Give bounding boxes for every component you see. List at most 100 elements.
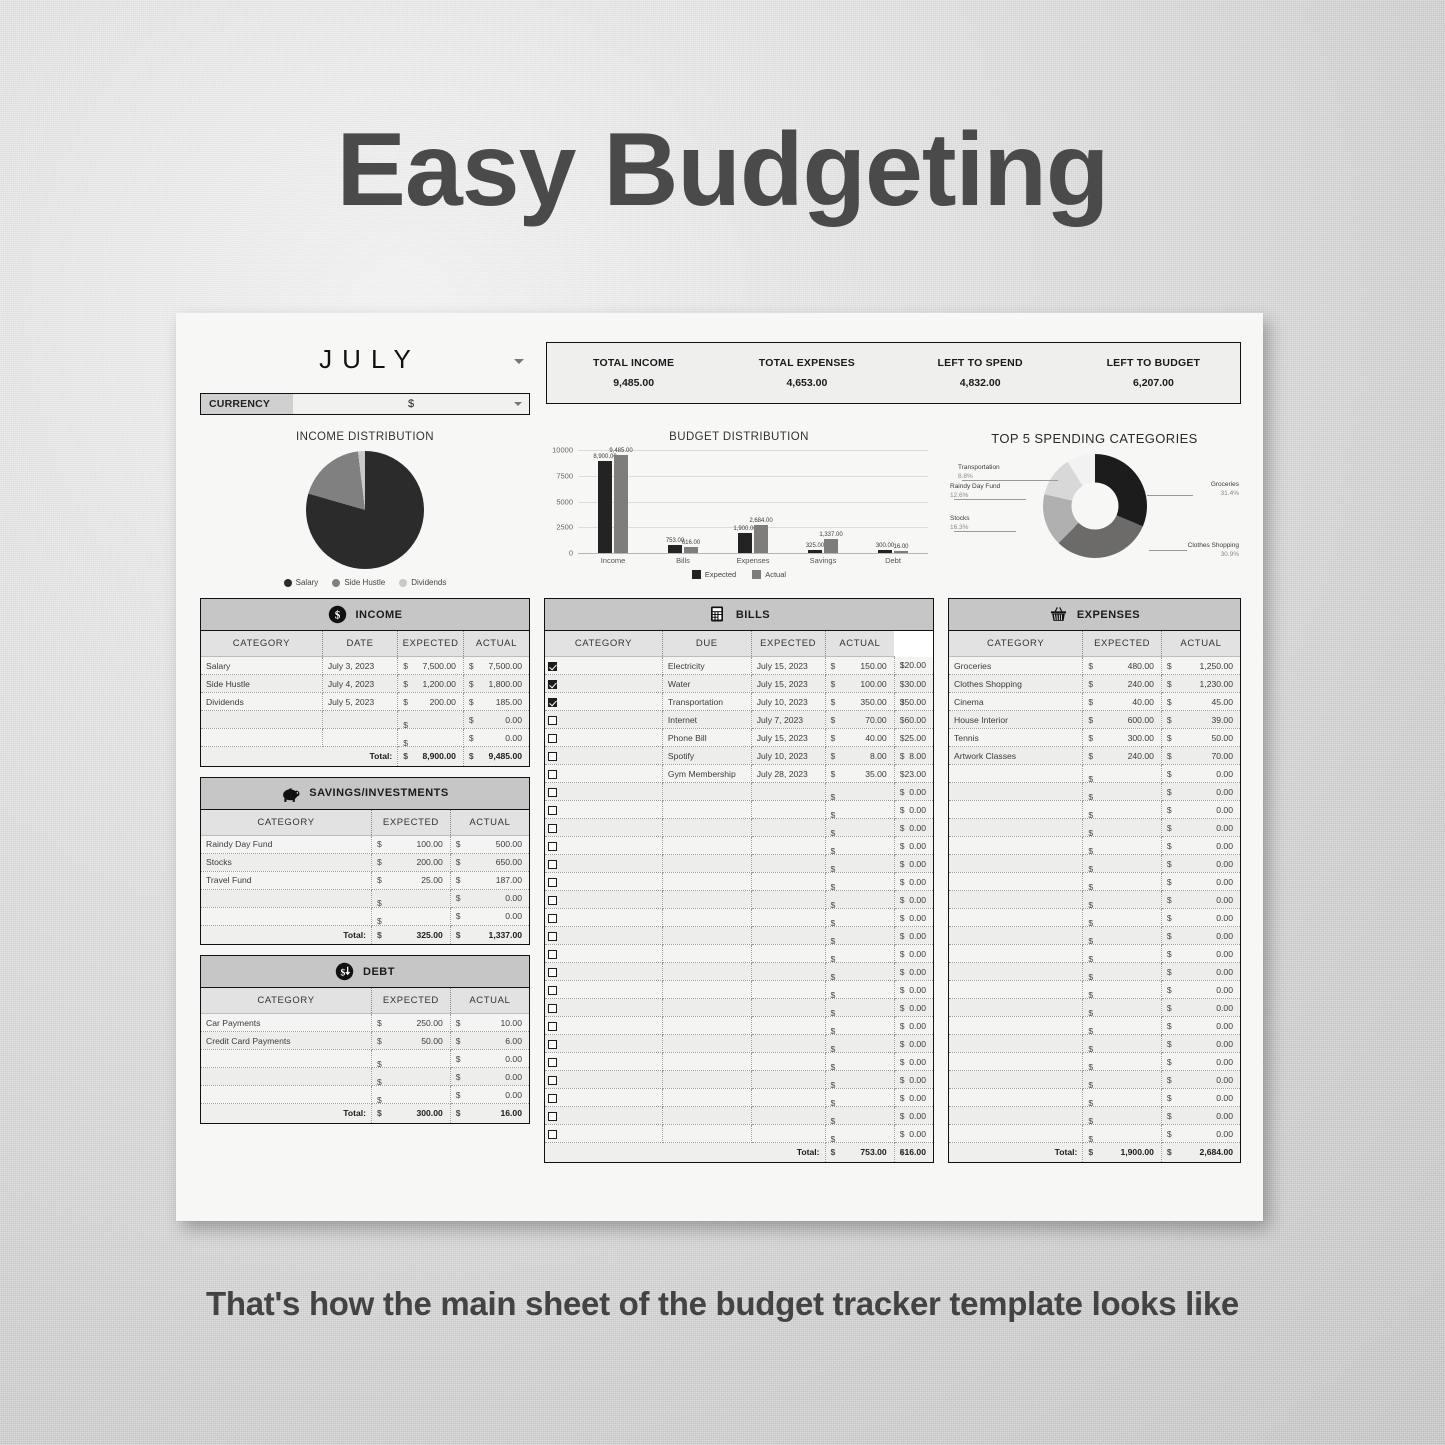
table-row[interactable]: Internet July 7, 2023 $70.00 $60.00 xyxy=(545,710,933,729)
cell-expected[interactable]: $ xyxy=(397,710,464,729)
cell-actual[interactable]: $0.00 xyxy=(894,890,933,909)
cell-due[interactable] xyxy=(751,944,826,963)
cell-actual[interactable]: $0.00 xyxy=(894,1124,933,1143)
cell-expected[interactable]: $ xyxy=(1082,944,1162,963)
paid-checkbox[interactable] xyxy=(548,859,557,869)
cell-due[interactable] xyxy=(751,998,826,1017)
row-checkbox-cell[interactable] xyxy=(545,926,663,945)
table-row[interactable]: $ $0.00 xyxy=(545,926,933,945)
cell-due[interactable]: July 10, 2023 xyxy=(751,746,826,765)
cell-actual[interactable]: $0.00 xyxy=(450,907,529,926)
cell-category[interactable]: Phone Bill xyxy=(662,728,752,747)
paid-checkbox[interactable] xyxy=(548,841,557,851)
table-row[interactable]: $ $0.00 xyxy=(201,889,529,908)
cell-category[interactable] xyxy=(662,1070,752,1089)
cell-category[interactable] xyxy=(662,998,752,1017)
table-row[interactable]: Dividends July 5, 2023 $200.00 $185.00 xyxy=(201,692,529,711)
cell-actual[interactable]: $45.00 xyxy=(1161,692,1240,711)
cell-expected[interactable]: $300.00 xyxy=(1082,728,1162,747)
table-row[interactable]: $ $0.00 xyxy=(949,962,1240,981)
cell-category[interactable] xyxy=(949,1088,1084,1107)
table-row[interactable]: $ $0.00 xyxy=(949,1016,1240,1035)
cell-expected[interactable]: $ xyxy=(825,1106,895,1125)
cell-actual[interactable]: $0.00 xyxy=(1161,1088,1240,1107)
table-row[interactable]: $ $0.00 xyxy=(949,1034,1240,1053)
cell-expected[interactable]: $ xyxy=(825,872,895,891)
table-row[interactable]: $ $0.00 xyxy=(949,854,1240,873)
row-checkbox-cell[interactable] xyxy=(545,1088,663,1107)
cell-actual[interactable]: $0.00 xyxy=(894,800,933,819)
cell-actual[interactable]: $0.00 xyxy=(894,1016,933,1035)
table-row[interactable]: $ $0.00 xyxy=(949,818,1240,837)
row-checkbox-cell[interactable] xyxy=(545,800,663,819)
cell-category[interactable] xyxy=(662,836,752,855)
row-checkbox-cell[interactable] xyxy=(545,836,663,855)
row-checkbox-cell[interactable] xyxy=(545,1034,663,1053)
cell-actual[interactable]: $0.00 xyxy=(1161,926,1240,945)
cell-due[interactable] xyxy=(751,890,826,909)
cell-category[interactable]: Car Payments xyxy=(201,1013,373,1032)
cell-expected[interactable]: $250.00 xyxy=(371,1013,451,1032)
row-checkbox-cell[interactable] xyxy=(545,692,663,711)
table-row[interactable]: Phone Bill July 15, 2023 $40.00 $25.00 xyxy=(545,728,933,747)
table-row[interactable]: $ $0.00 xyxy=(545,890,933,909)
row-checkbox-cell[interactable] xyxy=(545,710,663,729)
cell-category[interactable]: Groceries xyxy=(949,656,1084,675)
paid-checkbox[interactable] xyxy=(548,949,557,959)
cell-category[interactable] xyxy=(662,1106,752,1125)
table-row[interactable]: $ $0.00 xyxy=(949,908,1240,927)
table-row[interactable]: $ $0.00 xyxy=(545,854,933,873)
cell-actual[interactable]: $0.00 xyxy=(1161,908,1240,927)
cell-category[interactable]: Raindy Day Fund xyxy=(201,835,373,854)
cell-category[interactable] xyxy=(662,908,752,927)
cell-category[interactable] xyxy=(949,1052,1084,1071)
cell-actual[interactable]: $7,500.00 xyxy=(463,656,529,675)
month-selector[interactable]: JULY xyxy=(200,331,530,387)
table-row[interactable]: $ $0.00 xyxy=(949,782,1240,801)
cell-actual[interactable]: $0.00 xyxy=(450,1085,529,1104)
table-row[interactable]: $ $0.00 xyxy=(949,836,1240,855)
cell-actual[interactable]: $0.00 xyxy=(894,836,933,855)
cell-category[interactable]: Tennis xyxy=(949,728,1084,747)
cell-actual[interactable]: $70.00 xyxy=(1161,746,1240,765)
cell-actual[interactable]: $60.00 xyxy=(894,710,933,729)
cell-expected[interactable]: $1,200.00 xyxy=(397,674,464,693)
cell-expected[interactable]: $ xyxy=(825,1052,895,1071)
cell-due[interactable] xyxy=(751,1016,826,1035)
table-row[interactable]: $ $0.00 xyxy=(201,907,529,926)
cell-actual[interactable]: $0.00 xyxy=(1161,1052,1240,1071)
cell-category[interactable] xyxy=(949,836,1084,855)
cell-expected[interactable]: $ xyxy=(371,1085,451,1104)
cell-expected[interactable]: $ xyxy=(1082,1070,1162,1089)
cell-actual[interactable]: $500.00 xyxy=(450,835,529,854)
cell-actual[interactable]: $0.00 xyxy=(1161,1016,1240,1035)
cell-category[interactable] xyxy=(662,818,752,837)
cell-due[interactable] xyxy=(751,782,826,801)
cell-date[interactable]: July 4, 2023 xyxy=(322,674,399,693)
cell-expected[interactable]: $8.00 xyxy=(825,746,895,765)
cell-category[interactable] xyxy=(949,890,1084,909)
cell-category[interactable] xyxy=(949,962,1084,981)
cell-due[interactable] xyxy=(751,1106,826,1125)
cell-category[interactable] xyxy=(949,800,1084,819)
cell-actual[interactable]: $0.00 xyxy=(894,1052,933,1071)
cell-category[interactable] xyxy=(662,854,752,873)
cell-actual[interactable]: $0.00 xyxy=(1161,800,1240,819)
cell-expected[interactable]: $ xyxy=(371,1049,451,1068)
table-row[interactable]: $ $0.00 xyxy=(949,890,1240,909)
row-checkbox-cell[interactable] xyxy=(545,872,663,891)
table-row[interactable]: $ $0.00 xyxy=(545,836,933,855)
cell-due[interactable] xyxy=(751,1088,826,1107)
currency-value[interactable]: $ xyxy=(293,394,529,414)
cell-expected[interactable]: $ xyxy=(825,998,895,1017)
table-row[interactable]: Side Hustle July 4, 2023 $1,200.00 $1,800.0… xyxy=(201,674,529,693)
cell-expected[interactable]: $25.00 xyxy=(371,871,451,890)
cell-actual[interactable]: $0.00 xyxy=(1161,1034,1240,1053)
row-checkbox-cell[interactable] xyxy=(545,890,663,909)
paid-checkbox[interactable] xyxy=(548,931,557,941)
cell-category[interactable]: Stocks xyxy=(201,853,373,872)
cell-expected[interactable]: $ xyxy=(1082,872,1162,891)
paid-checkbox[interactable] xyxy=(548,823,557,833)
cell-actual[interactable]: $0.00 xyxy=(450,1067,529,1086)
cell-actual[interactable]: $0.00 xyxy=(894,944,933,963)
